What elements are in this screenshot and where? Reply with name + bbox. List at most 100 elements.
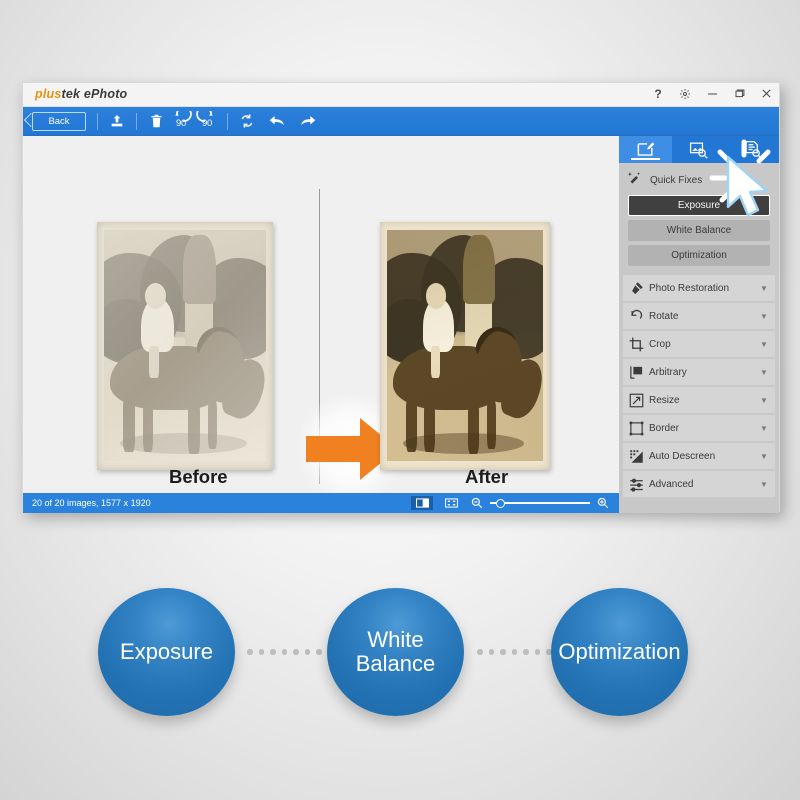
accordion-item-border[interactable]: Border ▼ bbox=[623, 415, 775, 441]
reset-icon[interactable] bbox=[235, 110, 259, 132]
quick-fix-exposure-label: Exposure bbox=[677, 200, 721, 211]
logo-suffix: tek ePhoto bbox=[61, 87, 128, 101]
chevron-down-icon[interactable]: ▼ bbox=[753, 340, 775, 349]
accordion-label: Photo Restoration bbox=[649, 282, 730, 294]
diagram-step-white-balance[interactable]: White Balance bbox=[327, 588, 464, 716]
tab-document[interactable] bbox=[726, 136, 779, 163]
chevron-down-icon[interactable]: ▼ bbox=[753, 452, 775, 461]
connector-dot bbox=[316, 649, 322, 655]
accordion-label: Border bbox=[649, 422, 680, 434]
maximize-button[interactable] bbox=[732, 85, 746, 102]
chevron-down-icon[interactable]: ▼ bbox=[753, 424, 775, 433]
close-button[interactable] bbox=[759, 85, 773, 102]
toolbar-separator bbox=[97, 112, 98, 130]
help-icon[interactable]: ? bbox=[651, 85, 665, 102]
diagram-step-exposure[interactable]: Exposure bbox=[98, 588, 235, 716]
panel-tabs bbox=[619, 136, 779, 163]
connector-dot bbox=[293, 649, 299, 655]
connector-dot bbox=[247, 649, 253, 655]
connector-dot bbox=[258, 649, 264, 655]
rotate-left-90-icon[interactable]: 90 bbox=[168, 110, 194, 132]
app-logo: plustek ePhoto bbox=[35, 87, 127, 101]
quick-fixes-title: Quick Fixes bbox=[650, 174, 703, 186]
diagram-step-label: Exposure bbox=[120, 639, 213, 665]
right-panel: Quick Fixes Exposure White Balance Optim… bbox=[619, 136, 779, 513]
border-icon bbox=[623, 415, 649, 441]
before-photo[interactable] bbox=[97, 222, 273, 470]
application-body: Before After 20 of 20 images, 1577 x 192… bbox=[23, 136, 779, 513]
connector-dot bbox=[304, 649, 310, 655]
tab-edit[interactable] bbox=[619, 136, 673, 163]
status-bar: 20 of 20 images, 1577 x 1920 bbox=[23, 493, 619, 513]
resize-icon bbox=[623, 387, 649, 413]
accordion-item-rotate[interactable]: Rotate ▼ bbox=[623, 303, 775, 329]
tool-accordion: Photo Restoration ▼ Rotate ▼ Crop ▼ Arbi… bbox=[619, 275, 779, 497]
chevron-down-icon[interactable]: ▼ bbox=[753, 396, 775, 405]
title-bar: plustek ePhoto ? bbox=[23, 83, 779, 107]
zoom-out-icon[interactable] bbox=[469, 496, 485, 510]
canvas-area[interactable]: Before After 20 of 20 images, 1577 x 192… bbox=[23, 136, 619, 513]
accordion-item-advanced[interactable]: Advanced ▼ bbox=[623, 471, 775, 497]
export-icon[interactable] bbox=[105, 110, 129, 132]
before-caption: Before bbox=[169, 466, 228, 487]
advanced-sliders-icon bbox=[623, 471, 649, 497]
quick-fix-exposure-button[interactable]: Exposure bbox=[628, 195, 770, 216]
connector-dot bbox=[281, 649, 287, 655]
accordion-label: Advanced bbox=[649, 478, 694, 490]
rotate-right-90-icon[interactable]: 90 bbox=[194, 110, 220, 132]
quick-fix-white-balance-label: White Balance bbox=[666, 225, 732, 236]
crop-icon bbox=[623, 331, 649, 357]
restoration-brush-icon bbox=[623, 275, 649, 301]
help-icon-glyph: ? bbox=[654, 86, 662, 101]
chevron-down-icon[interactable]: ▼ bbox=[753, 368, 775, 377]
settings-gear-icon[interactable] bbox=[678, 85, 692, 102]
after-caption: After bbox=[465, 466, 509, 487]
accordion-item-resize[interactable]: Resize ▼ bbox=[623, 387, 775, 413]
diagram-connector-2 bbox=[477, 649, 552, 655]
accordion-label: Auto Descreen bbox=[649, 450, 716, 462]
descreen-icon bbox=[623, 443, 649, 469]
connector-dot bbox=[500, 649, 506, 655]
view-controls bbox=[411, 493, 619, 513]
connector-dot bbox=[511, 649, 517, 655]
toolbar-separator bbox=[227, 112, 228, 130]
accordion-label: Rotate bbox=[649, 310, 679, 322]
split-view-toggle[interactable] bbox=[411, 496, 433, 510]
window-controls: ? bbox=[651, 85, 773, 102]
chevron-down-icon[interactable]: ▼ bbox=[753, 312, 775, 321]
connector-dot bbox=[534, 649, 540, 655]
redo-icon[interactable] bbox=[295, 110, 319, 132]
connector-dot bbox=[523, 649, 529, 655]
fit-to-window-toggle[interactable] bbox=[440, 496, 462, 510]
zoom-slider[interactable] bbox=[490, 496, 590, 510]
quick-fix-white-balance-button[interactable]: White Balance bbox=[628, 220, 770, 241]
accordion-label: Crop bbox=[649, 338, 671, 350]
connector-dot bbox=[488, 649, 494, 655]
diagram-connector-1 bbox=[247, 649, 322, 655]
toolbar-separator bbox=[136, 112, 137, 130]
minimize-button[interactable] bbox=[705, 85, 719, 102]
zoom-in-icon[interactable] bbox=[595, 496, 611, 510]
quick-fixes-header: Quick Fixes bbox=[619, 163, 779, 195]
magic-wand-icon bbox=[628, 171, 643, 189]
undo-icon[interactable] bbox=[265, 110, 289, 132]
accordion-item-auto-descreen[interactable]: Auto Descreen ▼ bbox=[623, 443, 775, 469]
connector-dot bbox=[270, 649, 276, 655]
chevron-down-icon[interactable]: ▼ bbox=[753, 480, 775, 489]
delete-icon[interactable] bbox=[144, 110, 168, 132]
accordion-label: Resize bbox=[649, 394, 680, 406]
diagram-step-optimization[interactable]: Optimization bbox=[551, 588, 688, 716]
arbitrary-icon bbox=[623, 359, 649, 385]
zoom-slider-handle[interactable] bbox=[496, 499, 505, 508]
accordion-item-arbitrary[interactable]: Arbitrary ▼ bbox=[623, 359, 775, 385]
zoom-slider-track bbox=[490, 502, 590, 504]
accordion-item-crop[interactable]: Crop ▼ bbox=[623, 331, 775, 357]
after-photo[interactable] bbox=[380, 222, 550, 470]
back-button[interactable]: Back bbox=[32, 111, 86, 131]
chevron-down-icon[interactable]: ▼ bbox=[753, 284, 775, 293]
quick-fix-optimization-button[interactable]: Optimization bbox=[628, 245, 770, 266]
tab-preview[interactable] bbox=[672, 136, 725, 163]
main-toolbar: Back 90 90 bbox=[23, 107, 779, 136]
diagram-step-label: Optimization bbox=[558, 639, 681, 665]
accordion-item-photo-restoration[interactable]: Photo Restoration ▼ bbox=[623, 275, 775, 301]
